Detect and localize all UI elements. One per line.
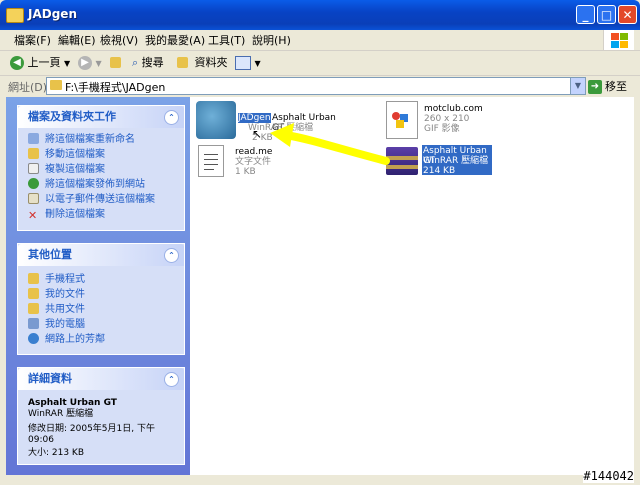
minimize-button[interactable]: _ bbox=[576, 5, 595, 24]
menu-file[interactable]: 檔案(F) bbox=[14, 32, 51, 48]
forward-arrow-icon: ▶ bbox=[78, 56, 92, 70]
up-folder-button[interactable] bbox=[110, 54, 121, 72]
window-title: JADgen bbox=[28, 7, 77, 21]
address-dropdown-icon[interactable]: ▼ bbox=[570, 78, 585, 94]
views-dropdown-icon: ▼ bbox=[254, 59, 261, 68]
go-label: 移至 bbox=[605, 80, 627, 93]
title-bar[interactable]: JADgen _ □ ✕ bbox=[0, 0, 640, 30]
maximize-button[interactable]: □ bbox=[597, 5, 616, 24]
forward-dropdown-icon[interactable]: ▼ bbox=[96, 59, 102, 68]
collapse-chevron-icon[interactable]: ⌃ bbox=[164, 248, 179, 263]
annotation-arrow bbox=[270, 123, 390, 165]
task-delete[interactable]: ✕ 刪除這個檔案 bbox=[18, 207, 184, 222]
back-label: 上一頁 bbox=[27, 56, 61, 69]
details-panel: 詳細資料 ⌃ Asphalt Urban GT WinRAR 壓縮檔 修改日期:… bbox=[17, 367, 185, 465]
menu-help[interactable]: 說明(H) bbox=[252, 32, 291, 48]
file-tasks-panel: 檔案及資料夾工作 ⌃ 將這個檔案重新命名 移動這個檔案 複製這個檔案 將這個檔案… bbox=[17, 105, 185, 231]
other-places-title: 其他位置 bbox=[28, 248, 72, 261]
place-my-computer[interactable]: 我的電腦 bbox=[18, 317, 184, 332]
forward-button[interactable]: ▶ ▼ bbox=[78, 54, 102, 72]
details-name: Asphalt Urban GT bbox=[28, 398, 117, 408]
menu-view[interactable]: 檢視(V) bbox=[100, 32, 138, 48]
task-pane: 檔案及資料夾工作 ⌃ 將這個檔案重新命名 移動這個檔案 複製這個檔案 將這個檔案… bbox=[6, 97, 190, 475]
go-arrow-icon: ➜ bbox=[588, 80, 602, 94]
folder-icon bbox=[28, 273, 39, 284]
task-copy[interactable]: 複製這個檔案 bbox=[18, 162, 184, 177]
file-tasks-header[interactable]: 檔案及資料夾工作 ⌃ bbox=[18, 106, 184, 128]
place-my-documents[interactable]: 我的文件 bbox=[18, 287, 184, 302]
folder-icon bbox=[6, 8, 24, 23]
menu-tools[interactable]: 工具(T) bbox=[208, 32, 245, 48]
task-label: 移動這個檔案 bbox=[45, 149, 105, 160]
file-tasks-title: 檔案及資料夾工作 bbox=[28, 110, 116, 123]
address-bar: 網址(D) F:\手機程式\JADgen ▼ ➜ 移至 bbox=[0, 76, 640, 96]
details-modified: 修改日期: 2005年5月1日, 下午 09:06 bbox=[28, 424, 155, 445]
explorer-window: JADgen _ □ ✕ 檔案(F) 編輯(E) 檢視(V) 我的最愛(A) 工… bbox=[0, 0, 640, 485]
place-label: 我的電腦 bbox=[45, 319, 85, 330]
computer-icon bbox=[28, 318, 39, 329]
address-input[interactable]: F:\手機程式\JADgen ▼ bbox=[46, 77, 586, 95]
back-button[interactable]: ◀ 上一頁 ▼ bbox=[10, 54, 70, 72]
email-icon bbox=[28, 193, 39, 204]
mouse-cursor-icon: ↖ bbox=[252, 127, 263, 141]
shared-folder-icon bbox=[28, 303, 39, 314]
address-value: F:\手機程式\JADgen bbox=[65, 81, 166, 94]
task-label: 以電子郵件傳送這個檔案 bbox=[45, 194, 155, 205]
folders-button[interactable]: 資料夾 bbox=[177, 54, 228, 72]
collapse-chevron-icon[interactable]: ⌃ bbox=[164, 110, 179, 125]
documents-icon bbox=[28, 288, 39, 299]
search-label: 搜尋 bbox=[141, 56, 164, 69]
up-folder-icon bbox=[110, 57, 121, 68]
folders-label: 資料夾 bbox=[194, 56, 228, 69]
rename-icon bbox=[28, 133, 39, 144]
views-icon bbox=[235, 56, 251, 70]
search-icon: ⌕ bbox=[132, 56, 139, 69]
other-places-panel: 其他位置 ⌃ 手機程式 我的文件 共用文件 我的電腦 網路上的芳鄰 bbox=[17, 243, 185, 355]
address-label: 網址(D) bbox=[8, 81, 48, 94]
collapse-chevron-icon[interactable]: ⌃ bbox=[164, 372, 179, 387]
toolbar: ◀ 上一頁 ▼ ▶ ▼ ⌕ 搜尋 資料夾 ▼ bbox=[0, 51, 640, 76]
menu-edit[interactable]: 編輯(E) bbox=[58, 32, 96, 48]
windows-logo-icon bbox=[603, 30, 634, 50]
place-label: 共用文件 bbox=[45, 304, 85, 315]
network-icon bbox=[28, 333, 39, 344]
details-title: 詳細資料 bbox=[28, 372, 72, 385]
place-label: 網路上的芳鄰 bbox=[45, 334, 105, 345]
task-rename[interactable]: 將這個檔案重新命名 bbox=[18, 132, 184, 147]
details-header[interactable]: 詳細資料 ⌃ bbox=[18, 368, 184, 390]
watermark: #144042 bbox=[583, 469, 634, 483]
back-arrow-icon: ◀ bbox=[10, 56, 24, 70]
delete-icon: ✕ bbox=[28, 209, 38, 222]
go-button[interactable]: ➜ 移至 bbox=[588, 78, 627, 94]
task-publish[interactable]: 將這個檔案發佈到網站 bbox=[18, 177, 184, 192]
search-button[interactable]: ⌕ 搜尋 bbox=[132, 54, 164, 72]
move-icon bbox=[28, 148, 39, 159]
place-network[interactable]: 網路上的芳鄰 bbox=[18, 332, 184, 347]
views-button[interactable]: ▼ bbox=[235, 54, 261, 72]
task-label: 將這個檔案發佈到網站 bbox=[45, 179, 145, 190]
place-shared-documents[interactable]: 共用文件 bbox=[18, 302, 184, 317]
menu-bar: 檔案(F) 編輯(E) 檢視(V) 我的最愛(A) 工具(T) 說明(H) bbox=[0, 30, 640, 51]
address-folder-icon bbox=[50, 80, 62, 90]
task-label: 將這個檔案重新命名 bbox=[45, 134, 135, 145]
task-label: 刪除這個檔案 bbox=[45, 209, 105, 220]
file-list: JADgen Asphalt Urban GT WinRAR 壓縮檔 2 KB … bbox=[190, 97, 634, 475]
close-button[interactable]: ✕ bbox=[618, 5, 637, 24]
task-move[interactable]: 移動這個檔案 bbox=[18, 147, 184, 162]
menu-favorites[interactable]: 我的最愛(A) bbox=[145, 32, 205, 48]
place-phone-programs[interactable]: 手機程式 bbox=[18, 272, 184, 287]
other-places-header[interactable]: 其他位置 ⌃ bbox=[18, 244, 184, 266]
folders-icon bbox=[177, 57, 188, 68]
task-label: 複製這個檔案 bbox=[45, 164, 105, 175]
back-dropdown-icon[interactable]: ▼ bbox=[64, 59, 70, 68]
task-email[interactable]: 以電子郵件傳送這個檔案 bbox=[18, 192, 184, 207]
details-type: WinRAR 壓縮檔 bbox=[28, 409, 94, 419]
place-label: 手機程式 bbox=[45, 274, 85, 285]
place-label: 我的文件 bbox=[45, 289, 85, 300]
globe-icon bbox=[28, 178, 39, 189]
copy-icon bbox=[28, 163, 39, 174]
details-size: 大小: 213 KB bbox=[28, 448, 85, 458]
